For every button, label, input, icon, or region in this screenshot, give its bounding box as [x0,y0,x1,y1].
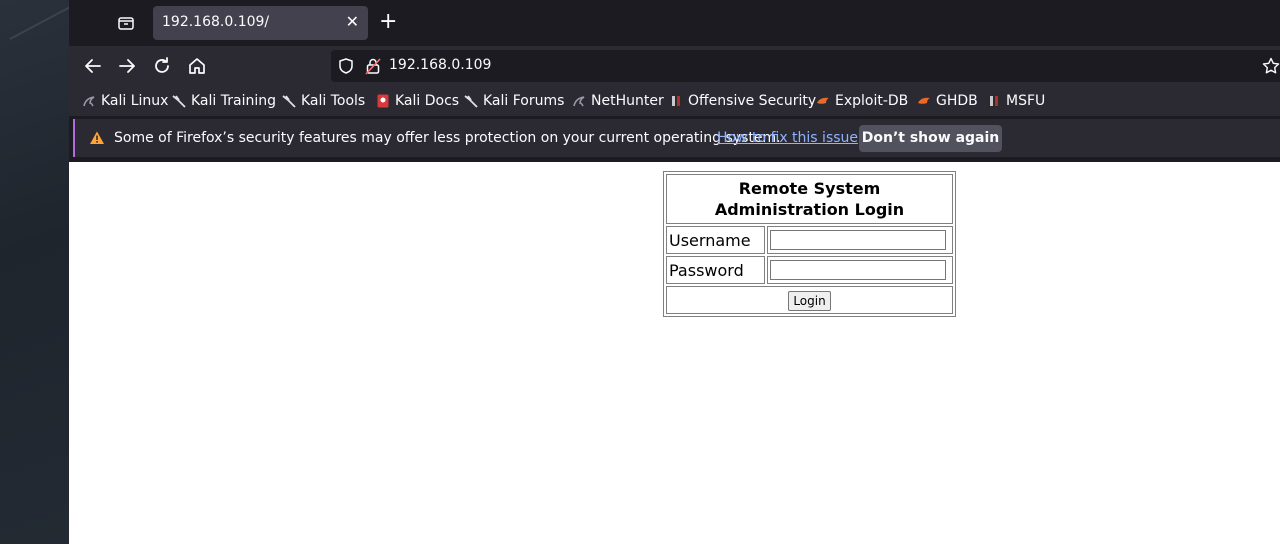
home-icon[interactable] [186,55,208,77]
how-to-fix-link[interactable]: How to fix this issue [717,130,858,146]
username-input[interactable] [770,230,946,250]
bookmark-msfu[interactable]: MSFU [987,92,1045,110]
bookmark-exploit-db[interactable]: Exploit-DB [816,92,908,110]
bookmark-label: Kali Docs [395,93,460,109]
bookmark-label: Kali Forums [483,93,565,109]
offsec-icon [670,94,682,108]
username-label: Username [666,226,765,254]
bookmark-label: Exploit-DB [835,93,909,109]
url-text[interactable]: 192.168.0.109 [389,57,491,73]
page-content: Remote System Administration Login Usern… [69,162,1280,544]
insecure-lock-icon[interactable] [365,57,381,75]
forward-icon[interactable] [116,55,138,77]
bookmark-label: GHDB [936,93,978,109]
password-input[interactable] [770,260,946,280]
bookmark-star-icon[interactable] [1261,56,1280,76]
kali-dragon-icon [282,95,296,108]
tracking-protection-shield-icon[interactable] [337,57,355,75]
tab-overview-icon[interactable] [117,14,135,32]
bookmark-label: NetHunter [591,93,664,109]
bookmark-kali-forums[interactable]: Kali Forums [464,92,564,110]
password-cell [767,256,953,284]
dont-show-again-button[interactable]: Don’t show again [859,125,1002,152]
login-heading: Remote System Administration Login [666,174,953,224]
close-tab-icon[interactable]: ✕ [346,13,359,31]
offsec-icon [988,94,1000,108]
active-tab[interactable]: 192.168.0.109/ ✕ [153,6,368,40]
login-table: Remote System Administration Login Usern… [663,171,956,317]
reload-icon[interactable] [151,55,173,77]
bookmark-ghdb[interactable]: GHDB [917,92,978,110]
bookmark-label: Offensive Security [688,93,817,109]
bookmark-label: MSFU [1006,93,1046,109]
desktop-decoration [9,5,73,40]
bookmark-offensive-security[interactable]: Offensive Security [669,92,816,110]
desktop-background [0,0,73,544]
password-label: Password [666,256,765,284]
bookmark-kali-tools[interactable]: Kali Tools [282,92,365,110]
bookmark-kali-docs[interactable]: Kali Docs [376,92,459,110]
navigation-bar: 192.168.0.109 [69,46,1280,86]
ghdb-icon [918,97,930,104]
tab-strip: 192.168.0.109/ ✕ + [69,0,1280,46]
exploit-db-icon [817,97,829,104]
warning-icon [90,131,104,144]
bookmark-label: Kali Training [191,93,276,109]
new-tab-button[interactable]: + [379,10,397,34]
kali-dragon-icon [573,96,585,107]
security-notification-bar: Some of Firefox’s security features may … [73,119,1280,157]
kali-docs-icon [377,94,389,108]
bookmark-kali-linux[interactable]: Kali Linux [82,92,168,110]
tab-title: 192.168.0.109/ [162,14,270,30]
login-button[interactable]: Login [788,290,831,311]
address-bar[interactable]: 192.168.0.109 [331,50,1280,82]
bookmarks-toolbar: Kali Linux Kali Training Kali Tools Kali… [69,86,1280,116]
bookmark-nethunter[interactable]: NetHunter [572,92,664,110]
login-button-cell: Login [666,286,953,314]
kali-dragon-icon [464,95,478,108]
kali-dragon-icon [83,96,95,107]
bookmark-kali-training[interactable]: Kali Training [172,92,276,110]
bookmark-label: Kali Tools [301,93,366,109]
kali-dragon-icon [172,95,186,108]
bookmark-label: Kali Linux [101,93,169,109]
username-cell [767,226,953,254]
browser-window: 192.168.0.109/ ✕ + 192.168.0.109 Kali Li… [69,0,1280,544]
back-icon[interactable] [82,55,104,77]
notification-message: Some of Firefox’s security features may … [114,130,781,146]
